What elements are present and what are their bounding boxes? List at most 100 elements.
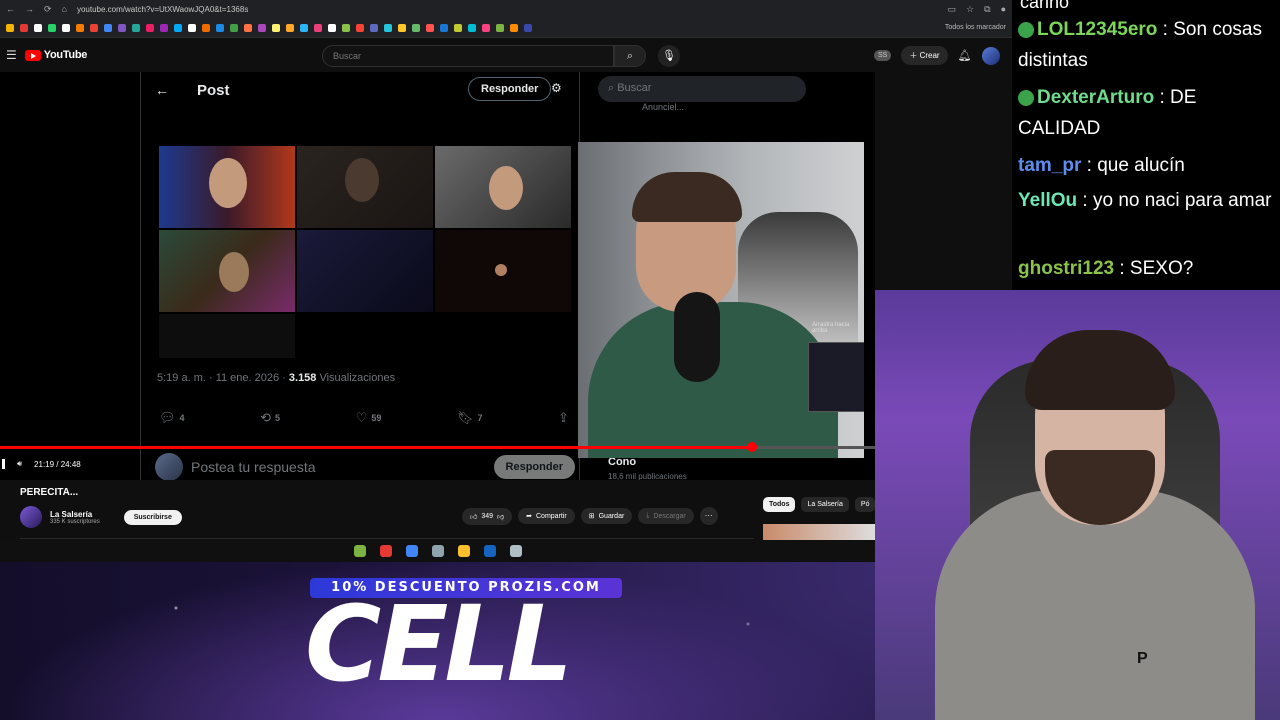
share-button[interactable]: ➦ Compartir bbox=[518, 508, 575, 524]
media-thumb bbox=[159, 230, 295, 312]
youtube-logo[interactable]: YouTube bbox=[24, 49, 88, 61]
ss-badge[interactable]: SS bbox=[874, 50, 892, 61]
taskbar-app-icon[interactable] bbox=[379, 545, 392, 557]
progress-bar[interactable] bbox=[0, 442, 875, 452]
more-actions-icon[interactable]: ··· bbox=[699, 507, 718, 525]
reload-icon[interactable]: ⟳ bbox=[44, 4, 52, 15]
chat-text: : SEXO? bbox=[1114, 258, 1194, 279]
bookmark-icon[interactable] bbox=[300, 23, 308, 32]
bookmark-icon[interactable] bbox=[174, 23, 182, 32]
url-text[interactable]: youtube.com/watch?v=UtXWaowJQA0&t=1368s bbox=[77, 5, 248, 14]
taskbar-app-icon[interactable] bbox=[457, 545, 470, 557]
bookmark-icon[interactable] bbox=[62, 23, 70, 32]
bookmarks-bar: Todos los marcador bbox=[0, 18, 1012, 38]
bookmark-icon[interactable] bbox=[230, 23, 238, 32]
download-button[interactable]: ⤓ Descargar bbox=[638, 508, 694, 524]
bookmark-icon[interactable] bbox=[34, 23, 42, 32]
bookmark-icon[interactable] bbox=[216, 23, 224, 32]
create-button[interactable]: ＋ Crear bbox=[901, 46, 948, 65]
bookmark-icon[interactable] bbox=[426, 23, 434, 32]
back-arrow-icon: ← bbox=[155, 82, 169, 98]
taskbar-app-icon[interactable] bbox=[405, 545, 418, 557]
notifications-bell-icon[interactable]: 🔔︎ bbox=[958, 49, 972, 62]
extensions-icon[interactable]: ⧉ bbox=[984, 4, 990, 15]
chip-2[interactable]: Pó bbox=[854, 497, 876, 512]
bookmark-icon[interactable] bbox=[272, 23, 280, 32]
bookmark-icon[interactable] bbox=[342, 23, 350, 32]
bookmark-icon[interactable] bbox=[188, 23, 196, 32]
bookmark-icon[interactable] bbox=[146, 23, 154, 32]
bookmark-icon[interactable] bbox=[524, 23, 532, 32]
bookmark-icon[interactable] bbox=[496, 23, 504, 32]
progress-scrubber[interactable] bbox=[746, 442, 757, 452]
bookmark-icon[interactable] bbox=[412, 23, 420, 32]
bookmark-icon[interactable] bbox=[328, 23, 336, 32]
forward-icon[interactable]: → bbox=[25, 4, 34, 14]
chat-message: DexterArturo : DE CALIDAD bbox=[1018, 82, 1274, 144]
bookmark-icon[interactable] bbox=[510, 23, 518, 32]
home-icon[interactable]: ⌂ bbox=[62, 4, 67, 14]
download-label: Descargar bbox=[653, 512, 686, 520]
search-input[interactable]: Buscar bbox=[322, 45, 614, 67]
taskbar-app-icon[interactable] bbox=[431, 545, 444, 557]
mic-icon[interactable]: 🎙︎ bbox=[658, 45, 680, 67]
like-action: ♡ 59 bbox=[356, 410, 382, 426]
bookmark-icon[interactable] bbox=[160, 23, 168, 32]
progress-fill bbox=[0, 446, 752, 449]
bookmarks-folder[interactable]: Todos los marcador bbox=[945, 24, 1006, 31]
chip-1[interactable]: La Salsería bbox=[801, 497, 849, 512]
bookmark-icon[interactable] bbox=[6, 23, 14, 32]
volume-icon[interactable]: 🔊︎ bbox=[17, 459, 22, 469]
bookmark-icon[interactable] bbox=[314, 23, 322, 32]
channel-name[interactable]: La Salsería bbox=[50, 510, 100, 519]
channel-row: La Salsería 335 K suscriptores Suscribir… bbox=[20, 506, 182, 528]
bookmark-icon[interactable] bbox=[384, 23, 392, 32]
bookmark-icon[interactable] bbox=[468, 23, 476, 32]
post-meta: 5:19 a. m. · 11 ene. 2026 · 3.158 Visual… bbox=[157, 372, 395, 384]
bookmark-icon[interactable] bbox=[440, 23, 448, 32]
like-count-video: 349 bbox=[481, 512, 494, 520]
star-icon[interactable]: ☆ bbox=[966, 4, 974, 15]
bookmark-icon[interactable] bbox=[370, 23, 378, 32]
os-taskbar bbox=[0, 540, 875, 562]
menu-icon[interactable]: ☰ bbox=[6, 48, 17, 62]
chat-message: YellOu : yo no naci para amar bbox=[1018, 185, 1274, 216]
taskbar-app-icon[interactable] bbox=[483, 545, 496, 557]
taskbar-app-icon[interactable] bbox=[509, 545, 522, 557]
chat-username: YellOu bbox=[1018, 190, 1078, 211]
bookmark-icon[interactable] bbox=[286, 23, 294, 32]
chat-cut-message: cariño bbox=[1020, 0, 1070, 12]
bookmark-icon[interactable] bbox=[482, 23, 490, 32]
taskbar-app-icon[interactable] bbox=[353, 545, 366, 557]
account-avatar[interactable] bbox=[981, 46, 1000, 65]
bookmark-icon[interactable] bbox=[356, 23, 364, 32]
bookmark-icon[interactable] bbox=[48, 23, 56, 32]
bookmark-icon[interactable] bbox=[202, 23, 210, 32]
thumbs-down-icon[interactable]: 👎︎ bbox=[497, 512, 504, 521]
profile-icon[interactable]: ● bbox=[1001, 4, 1006, 15]
channel-avatar[interactable] bbox=[20, 506, 42, 528]
bookmark-icon[interactable] bbox=[104, 23, 112, 32]
back-icon[interactable]: ← bbox=[6, 4, 15, 14]
cast-icon[interactable]: ▭ bbox=[948, 4, 957, 15]
bookmark-icon[interactable] bbox=[90, 23, 98, 32]
pause-icon[interactable] bbox=[2, 459, 5, 469]
bookmark-icon[interactable] bbox=[118, 23, 126, 32]
chip-0[interactable]: Todos bbox=[763, 497, 796, 512]
bookmark-icon[interactable] bbox=[454, 23, 462, 32]
like-button[interactable]: 👍︎ 349 👎︎ bbox=[462, 507, 513, 525]
bookmark-icon[interactable] bbox=[398, 23, 406, 32]
video-player[interactable]: ← Post Responder ⚙︎ 5:19 a. m. · 11 ene.… bbox=[0, 72, 875, 480]
youtube-logo-text: YouTube bbox=[43, 49, 88, 61]
webcam-mic bbox=[674, 292, 720, 382]
bookmark-icon[interactable] bbox=[258, 23, 266, 32]
bookmark-icon[interactable] bbox=[132, 23, 140, 32]
post-views-count: 3.158 bbox=[288, 372, 317, 384]
save-button[interactable]: ⊞ Guardar bbox=[580, 508, 633, 524]
bookmark-icon[interactable] bbox=[20, 23, 28, 32]
bookmark-icon[interactable] bbox=[244, 23, 252, 32]
bookmark-icon[interactable] bbox=[76, 23, 84, 32]
x-post-panel: ← Post Responder ⚙︎ 5:19 a. m. · 11 ene.… bbox=[140, 72, 580, 480]
search-icon[interactable]: ⌕ bbox=[614, 45, 646, 67]
subscribe-button[interactable]: Suscribirse bbox=[123, 509, 182, 525]
